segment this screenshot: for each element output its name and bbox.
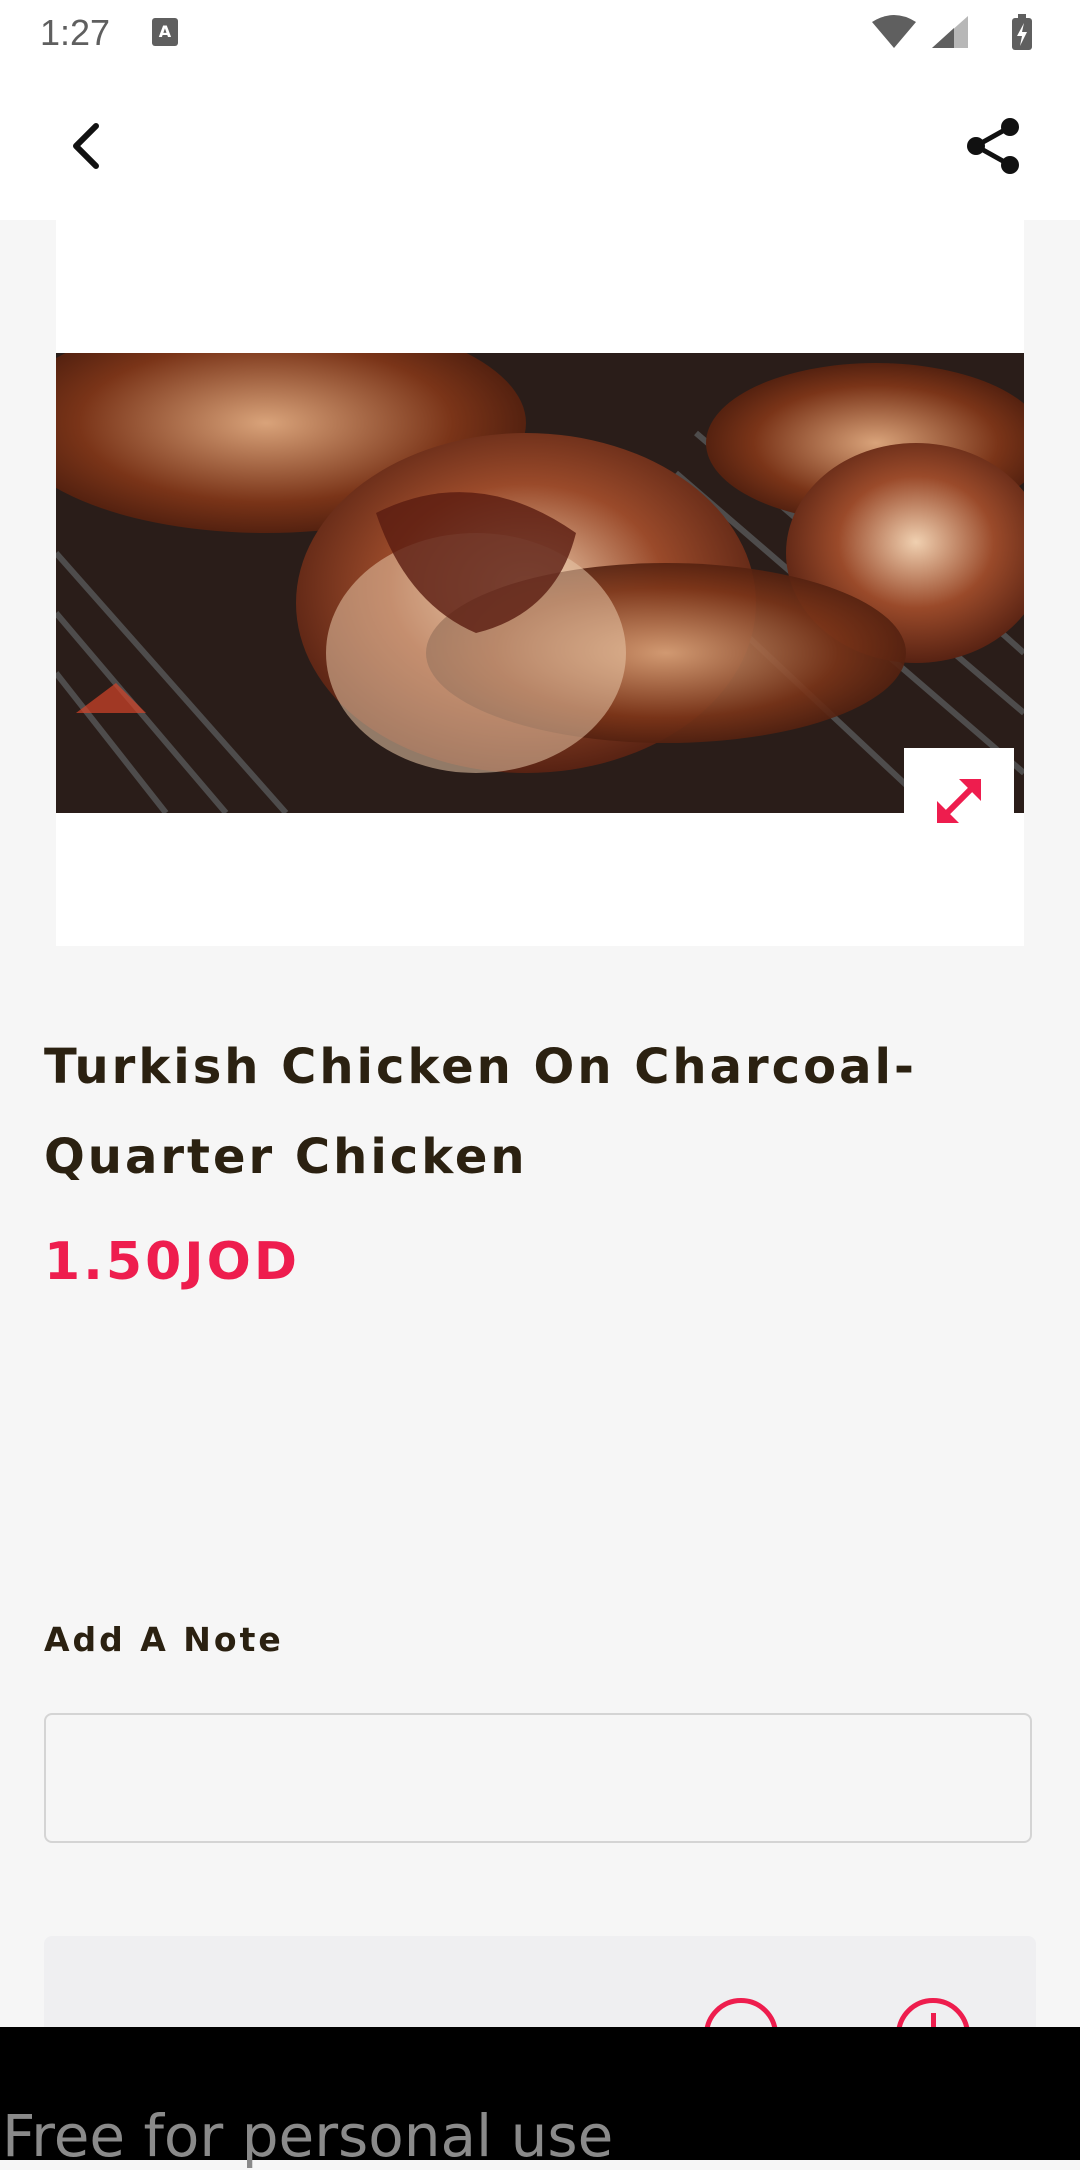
note-input[interactable] [44, 1713, 1032, 1843]
expand-arrows-icon [937, 779, 981, 823]
expand-image-button[interactable] [904, 748, 1014, 854]
chevron-left-icon [73, 123, 99, 169]
share-button[interactable] [962, 114, 1026, 178]
wifi-icon [872, 15, 916, 48]
battery-icon [1012, 14, 1032, 50]
svg-text:A: A [159, 22, 172, 41]
share-icon [967, 118, 1019, 174]
a-notification-icon: A [152, 18, 178, 46]
signal-icon [932, 16, 968, 48]
item-price: 1.50JOD [44, 1232, 301, 1292]
toolbar [0, 66, 1080, 220]
status-icons [872, 14, 1032, 50]
item-title: Turkish Chicken On Charcoal- Quarter Chi… [44, 1039, 917, 1185]
note-label: Add A Note [44, 1620, 284, 1659]
item-photo [56, 353, 1024, 813]
watermark-bar: Free for personal use [0, 2027, 1080, 2165]
watermark-text: Free for personal use [2, 2102, 614, 2170]
item-image-card [56, 220, 1024, 946]
status-bar: 1:27 A [0, 0, 1080, 66]
status-time: 1:27 [40, 12, 111, 53]
back-button[interactable] [58, 116, 118, 176]
